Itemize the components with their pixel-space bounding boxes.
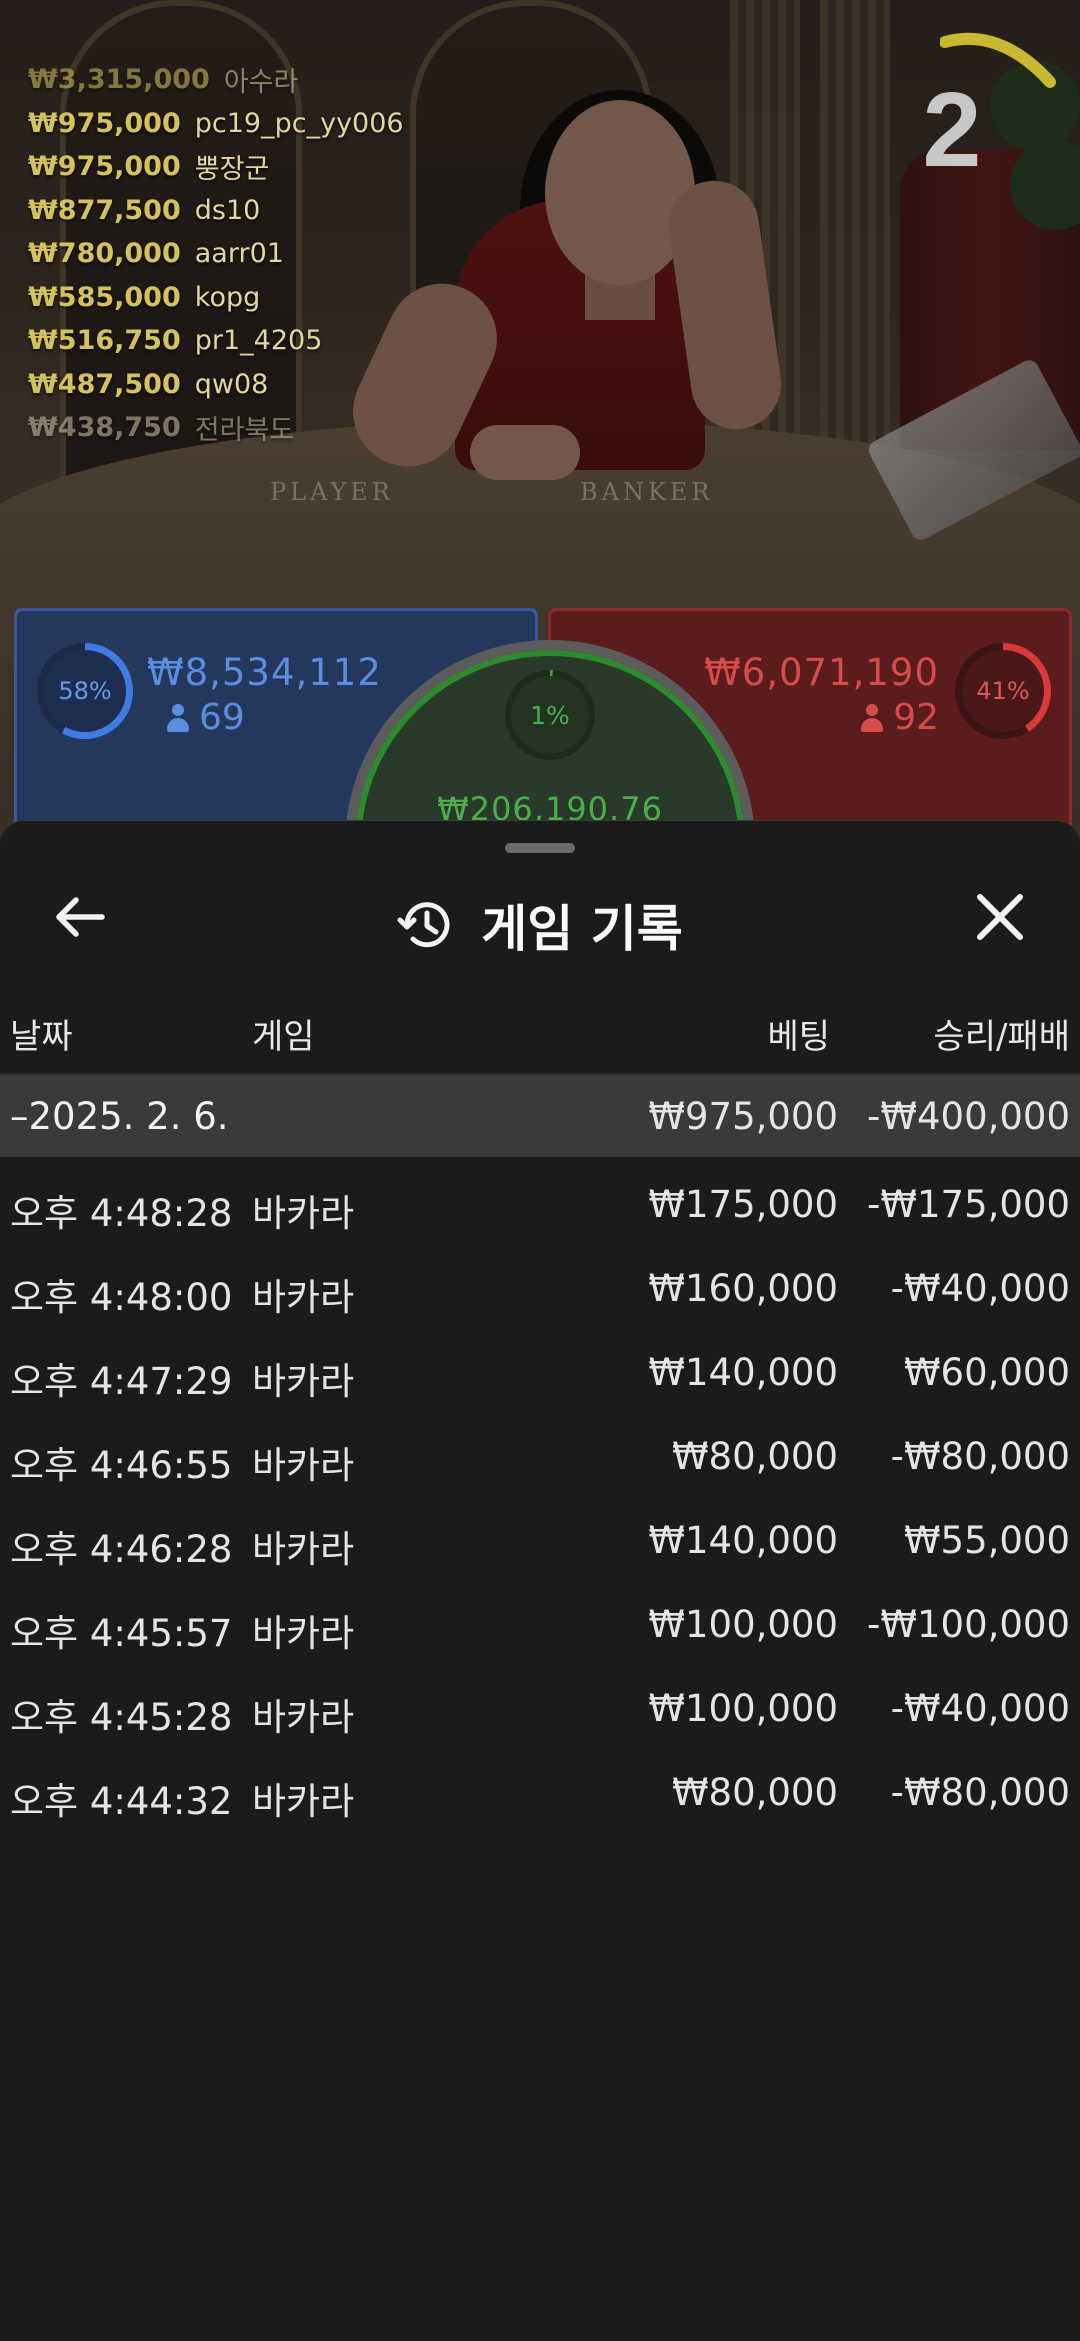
countdown-timer: 2 bbox=[922, 71, 982, 189]
row-time: 오후 4:46:28 bbox=[10, 1528, 233, 1571]
row-time: 오후 4:45:28 bbox=[10, 1696, 233, 1739]
row-game: 바카라 bbox=[252, 1276, 355, 1319]
row-bet: ₩100,000 bbox=[648, 1603, 838, 1646]
row-bet: ₩140,000 bbox=[648, 1519, 838, 1562]
game-history-sheet: 게임 기록 날짜 게임 베팅 승리/패배 –2025. 2. 6. ₩975,0… bbox=[0, 820, 1080, 2341]
row-time: 오후 4:44:32 bbox=[10, 1780, 233, 1823]
leaderboard-username: pr1_4205 bbox=[194, 325, 323, 357]
leaderboard-row: ₩975,000 pc19_pc_yy006 bbox=[28, 102, 404, 146]
leaderboard-username: ds10 bbox=[194, 194, 261, 226]
player-percent: 58% bbox=[58, 677, 112, 705]
row-bet: ₩100,000 bbox=[648, 1687, 838, 1730]
sheet-header: 게임 기록 bbox=[0, 889, 1080, 961]
leaderboard-amount: ₩975,000 bbox=[28, 151, 181, 183]
leaderboard-amount: ₩516,750 bbox=[28, 325, 181, 357]
player-bettor-count: 69 bbox=[167, 697, 245, 738]
date-group-row[interactable]: –2025. 2. 6. ₩975,000 -₩400,000 bbox=[0, 1075, 1080, 1157]
row-result: -₩175,000 bbox=[867, 1183, 1070, 1226]
column-header-result[interactable]: 승리/패배 bbox=[933, 1009, 1070, 1058]
sheet-title: 게임 기록 bbox=[481, 900, 683, 958]
history-clock-icon bbox=[397, 902, 450, 948]
leaderboard-row: ₩487,500 qw08 bbox=[28, 363, 404, 407]
person-icon bbox=[167, 703, 189, 732]
row-time: 오후 4:45:57 bbox=[10, 1612, 233, 1655]
leaderboard-row: ₩516,750 pr1_4205 bbox=[28, 319, 404, 363]
leaderboard-username: 전라북도 bbox=[194, 415, 295, 447]
column-header-game[interactable]: 게임 bbox=[252, 1009, 315, 1058]
leaderboard-username: aarr01 bbox=[194, 238, 284, 270]
leaderboard-amount: ₩487,500 bbox=[28, 368, 181, 400]
leaderboard-username: 아수라 bbox=[223, 67, 299, 99]
leaderboard-amount: ₩780,000 bbox=[28, 238, 181, 270]
tie-percent: 1% bbox=[530, 700, 570, 730]
row-game: 바카라 bbox=[252, 1696, 355, 1739]
history-row[interactable]: 오후 4:48:28 바카라 ₩175,000 -₩175,000 bbox=[0, 1183, 1080, 1243]
leaderboard-username: pc19_pc_yy006 bbox=[194, 107, 404, 139]
history-row[interactable]: 오후 4:47:29 바카라 ₩140,000 ₩60,000 bbox=[0, 1351, 1080, 1411]
row-bet: ₩160,000 bbox=[648, 1267, 838, 1310]
row-bet: ₩80,000 bbox=[671, 1435, 838, 1478]
column-header-bet[interactable]: 베팅 bbox=[767, 1009, 830, 1058]
row-game: 바카라 bbox=[252, 1444, 355, 1487]
leaderboard-username: 뿡장군 bbox=[194, 154, 270, 186]
player-count-value: 69 bbox=[199, 697, 245, 738]
row-result: ₩60,000 bbox=[903, 1351, 1070, 1394]
winners-leaderboard: ₩3,315,000 아수라 ₩975,000 pc19_pc_yy006 ₩975,0… bbox=[28, 58, 404, 450]
person-icon bbox=[861, 703, 884, 732]
banker-bettor-count: 92 bbox=[861, 697, 939, 738]
history-row[interactable]: 오후 4:45:57 바카라 ₩100,000 -₩100,000 bbox=[0, 1603, 1080, 1663]
row-result: -₩80,000 bbox=[890, 1435, 1070, 1478]
leaderboard-username: kopg bbox=[194, 281, 261, 313]
banker-percent: 41% bbox=[976, 677, 1030, 705]
leaderboard-amount: ₩877,500 bbox=[28, 194, 181, 226]
row-bet: ₩175,000 bbox=[648, 1183, 838, 1226]
row-bet: ₩80,000 bbox=[671, 1771, 838, 1814]
row-game: 바카라 bbox=[252, 1360, 355, 1403]
banker-count-value: 92 bbox=[893, 697, 939, 738]
group-total-bet: ₩975,000 bbox=[648, 1095, 838, 1138]
row-result: -₩40,000 bbox=[890, 1267, 1070, 1310]
leaderboard-amount: ₩585,000 bbox=[28, 281, 181, 313]
leaderboard-row: ₩438,750 전라북도 bbox=[28, 406, 404, 450]
row-time: 오후 4:48:28 bbox=[10, 1192, 233, 1235]
leaderboard-row: ₩877,500 ds10 bbox=[28, 189, 404, 233]
close-icon[interactable] bbox=[970, 887, 1030, 947]
row-bet: ₩140,000 bbox=[648, 1351, 838, 1394]
leaderboard-username: qw08 bbox=[194, 368, 269, 400]
player-total-bet: ₩8,534,112 bbox=[147, 651, 382, 694]
history-row[interactable]: 오후 4:46:28 바카라 ₩140,000 ₩55,000 bbox=[0, 1519, 1080, 1579]
history-row[interactable]: 오후 4:48:00 바카라 ₩160,000 -₩40,000 bbox=[0, 1267, 1080, 1327]
leaderboard-row: ₩3,315,000 아수라 bbox=[28, 58, 404, 102]
row-time: 오후 4:48:00 bbox=[10, 1276, 233, 1319]
row-time: 오후 4:46:55 bbox=[10, 1444, 233, 1487]
row-result: -₩40,000 bbox=[890, 1687, 1070, 1730]
leaderboard-row: ₩975,000 뿡장군 bbox=[28, 145, 404, 189]
row-game: 바카라 bbox=[252, 1780, 355, 1823]
history-row[interactable]: 오후 4:44:32 바카라 ₩80,000 -₩80,000 bbox=[0, 1771, 1080, 1831]
banker-total-bet: ₩6,071,190 bbox=[704, 651, 939, 694]
row-result: ₩55,000 bbox=[903, 1519, 1070, 1562]
leaderboard-amount: ₩438,750 bbox=[28, 412, 181, 444]
row-game: 바카라 bbox=[252, 1612, 355, 1655]
row-game: 바카라 bbox=[252, 1528, 355, 1571]
history-row[interactable]: 오후 4:46:55 바카라 ₩80,000 -₩80,000 bbox=[0, 1435, 1080, 1495]
leaderboard-amount: ₩3,315,000 bbox=[28, 64, 210, 96]
leaderboard-amount: ₩975,000 bbox=[28, 107, 181, 139]
history-row[interactable]: 오후 4:45:28 바카라 ₩100,000 -₩40,000 bbox=[0, 1687, 1080, 1747]
row-time: 오후 4:47:29 bbox=[10, 1360, 233, 1403]
column-header-date[interactable]: 날짜 bbox=[10, 1009, 73, 1058]
row-result: -₩100,000 bbox=[867, 1603, 1070, 1646]
group-total-result: -₩400,000 bbox=[867, 1095, 1070, 1138]
leaderboard-row: ₩585,000 kopg bbox=[28, 276, 404, 320]
row-game: 바카라 bbox=[252, 1192, 355, 1235]
group-date: –2025. 2. 6. bbox=[10, 1095, 229, 1138]
row-result: -₩80,000 bbox=[890, 1771, 1070, 1814]
leaderboard-row: ₩780,000 aarr01 bbox=[28, 232, 404, 276]
sheet-drag-handle[interactable] bbox=[505, 843, 575, 853]
